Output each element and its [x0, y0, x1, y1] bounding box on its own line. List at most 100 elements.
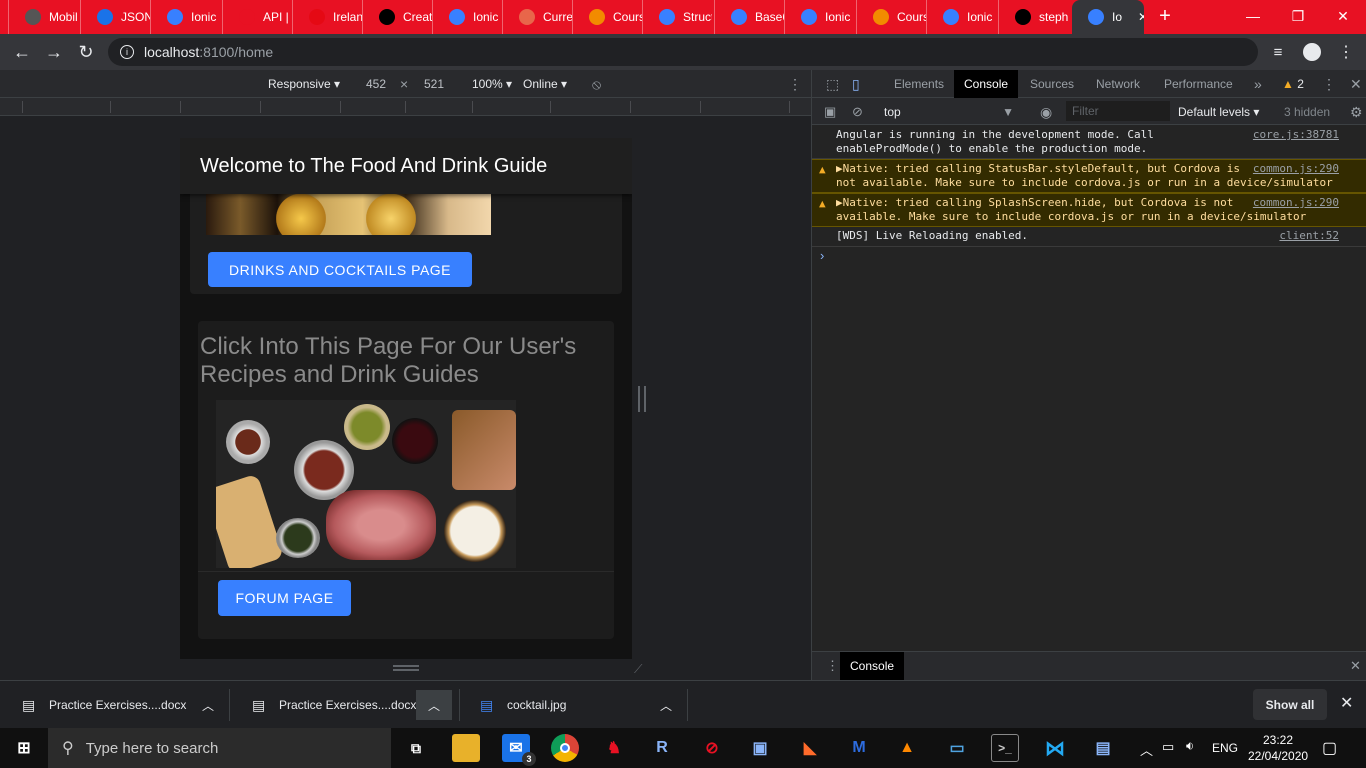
app-icon-image[interactable]: ▣	[746, 734, 774, 762]
clear-console-icon[interactable]: ⊘	[842, 98, 873, 126]
console-settings-icon[interactable]: ⚙	[1340, 98, 1366, 126]
volume-icon[interactable]: 🔉︎	[1186, 738, 1194, 754]
address-bar[interactable]: i localhost:8100/home	[108, 38, 1258, 66]
live-expression-eye-icon[interactable]: ◉	[1030, 98, 1062, 126]
media-control-icon[interactable]: ≡	[1262, 34, 1294, 70]
network-dropdown[interactable]: Online ▾	[523, 70, 567, 98]
ion-content[interactable]: DRINKS AND COCKTAILS PAGE Click Into Thi…	[190, 174, 622, 649]
console-source-link[interactable]: core.js:38781	[1253, 128, 1339, 142]
tray-chevron-icon[interactable]: ︿	[1140, 740, 1153, 759]
malwarebytes-icon[interactable]: M	[845, 734, 873, 762]
app-icon-monitor[interactable]: ▭	[943, 734, 971, 762]
back-icon[interactable]: ←	[6, 34, 38, 70]
height-resize-handle[interactable]	[393, 665, 419, 671]
console-toolbar: ▣ ⊘ top ▼ ◉ Filter Default levels ▾ 3 hid…	[812, 98, 1366, 125]
taskbar-search[interactable]: ⚲ Type here to search	[48, 728, 391, 768]
download-item[interactable]: ▤ Practice Exercises....docx ︿	[230, 681, 456, 729]
windows-start-icon[interactable]: ⊞	[10, 734, 38, 762]
app-icon-blocked[interactable]: ⊘	[698, 734, 726, 762]
profile-icon[interactable]	[1296, 34, 1328, 70]
device-mode-dropdown[interactable]: Responsive ▾	[268, 70, 340, 98]
console-source-link[interactable]: common.js:290	[1253, 196, 1339, 210]
vscode-icon[interactable]: ⋈	[1041, 734, 1069, 762]
drawer-console-tab[interactable]: Console	[840, 652, 905, 680]
drinks-cocktails-button[interactable]: DRINKS AND COCKTAILS PAGE	[208, 252, 472, 287]
vlc-icon[interactable]: ▲	[893, 734, 921, 762]
menu-icon[interactable]: ⋮	[1330, 34, 1362, 70]
browser-tab[interactable]: Irelan	[292, 0, 362, 34]
media-query-ruler[interactable]	[0, 98, 811, 116]
download-options-chevron-icon[interactable]: ︿	[656, 690, 676, 720]
browser-tab[interactable]: Ionic	[150, 0, 220, 34]
close-window-icon[interactable]: ✕	[1320, 0, 1366, 32]
width-resize-handle[interactable]	[638, 386, 646, 412]
browser-tab[interactable]: Ionic	[432, 0, 502, 34]
browser-tab-active[interactable]: Io ✕	[1072, 0, 1144, 34]
zoom-dropdown[interactable]: 100% ▾	[472, 70, 512, 98]
console-source-link[interactable]: common.js:290	[1253, 162, 1339, 176]
devtools-tab-network[interactable]: Network	[1086, 70, 1150, 98]
browser-tab[interactable]: steph	[998, 0, 1068, 34]
context-selector[interactable]: top ▼	[874, 98, 1016, 126]
new-tab-button[interactable]: +	[1142, 0, 1188, 32]
download-item[interactable]: ▤ cocktail.jpg ︿	[458, 681, 684, 729]
mail-icon[interactable]: ✉ 3	[502, 734, 536, 766]
file-explorer-icon[interactable]	[452, 734, 480, 762]
rotate-icon[interactable]: ⦸	[592, 70, 601, 98]
devtools-tab-elements[interactable]: Elements	[884, 70, 954, 98]
browser-tab[interactable]: Create	[362, 0, 432, 34]
devtools-tab-performance[interactable]: Performance	[1154, 70, 1243, 98]
browser-tab[interactable]: JSON	[80, 0, 150, 34]
console-filter-input[interactable]: Filter	[1066, 101, 1170, 121]
devtools-tab-sources[interactable]: Sources	[1020, 70, 1084, 98]
height-input[interactable]: 521	[424, 70, 444, 98]
browser-tab[interactable]: Ionic	[784, 0, 854, 34]
browser-tab[interactable]: Cours	[572, 0, 642, 34]
browser-tab-label: Ionic	[191, 10, 217, 24]
ionic-icon	[167, 9, 183, 25]
more-tabs-icon[interactable]: »	[1244, 70, 1272, 98]
reload-icon[interactable]: ↻	[70, 34, 102, 70]
log-levels-dropdown[interactable]: Default levels ▾	[1168, 98, 1269, 126]
forum-page-button[interactable]: FORUM PAGE	[218, 580, 351, 616]
forward-icon[interactable]: →	[38, 34, 70, 70]
chrome-icon[interactable]	[551, 734, 579, 762]
task-view-icon[interactable]: ⧉	[402, 734, 430, 762]
terminal-icon[interactable]: >_	[991, 734, 1019, 762]
width-input[interactable]: 452	[366, 70, 386, 98]
device-more-icon[interactable]: ⋮	[788, 70, 802, 98]
device-toggle-icon[interactable]: ▯	[842, 70, 870, 98]
console-source-link[interactable]: client:52	[1279, 229, 1339, 243]
devtools-tab-console[interactable]: Console	[954, 70, 1019, 98]
close-downloads-icon[interactable]: ✕	[1340, 693, 1353, 713]
log-levels-label: Default levels	[1178, 105, 1251, 119]
language-indicator[interactable]: ENG	[1212, 741, 1238, 755]
info-icon[interactable]: i	[120, 45, 134, 59]
minimize-icon[interactable]: —	[1230, 0, 1276, 32]
warnings-counter[interactable]: ▲ 2	[1272, 70, 1314, 98]
close-devtools-icon[interactable]: ✕	[1340, 70, 1366, 98]
browser-tab[interactable]: API | T	[222, 0, 292, 34]
notifications-icon[interactable]: ▢	[1322, 738, 1337, 758]
show-all-button[interactable]: Show all	[1253, 689, 1327, 720]
browser-tab[interactable]: Cours	[856, 0, 926, 34]
download-options-chevron-icon[interactable]: ︿	[198, 690, 218, 720]
download-options-chevron-icon[interactable]: ︿	[416, 690, 452, 720]
app-icon-r[interactable]: R	[648, 734, 676, 762]
app-icon-red[interactable]: ♞	[600, 734, 628, 762]
clock[interactable]: 23:22 22/04/2020	[1248, 732, 1308, 764]
browser-tab[interactable]: Base6	[714, 0, 784, 34]
maximize-icon[interactable]: ❐	[1275, 0, 1321, 32]
browser-tab[interactable]: Mobil	[8, 0, 78, 34]
browser-tab[interactable]: Struct	[642, 0, 712, 34]
battery-icon[interactable]: ▭	[1162, 739, 1174, 755]
app-icon-paint[interactable]: ▤	[1089, 734, 1117, 762]
close-drawer-icon[interactable]: ✕	[1340, 652, 1366, 680]
corner-resize-handle[interactable]: ⟋	[634, 662, 642, 677]
console-prompt[interactable]: ›	[820, 248, 824, 263]
warning-icon: ▲	[819, 197, 826, 210]
browser-tab[interactable]: Curren	[502, 0, 572, 34]
app-icon-swift[interactable]: ◣	[796, 734, 824, 762]
browser-tab[interactable]: Ionic	[926, 0, 996, 34]
download-item[interactable]: ▤ Practice Exercises....docx ︿	[0, 681, 226, 729]
